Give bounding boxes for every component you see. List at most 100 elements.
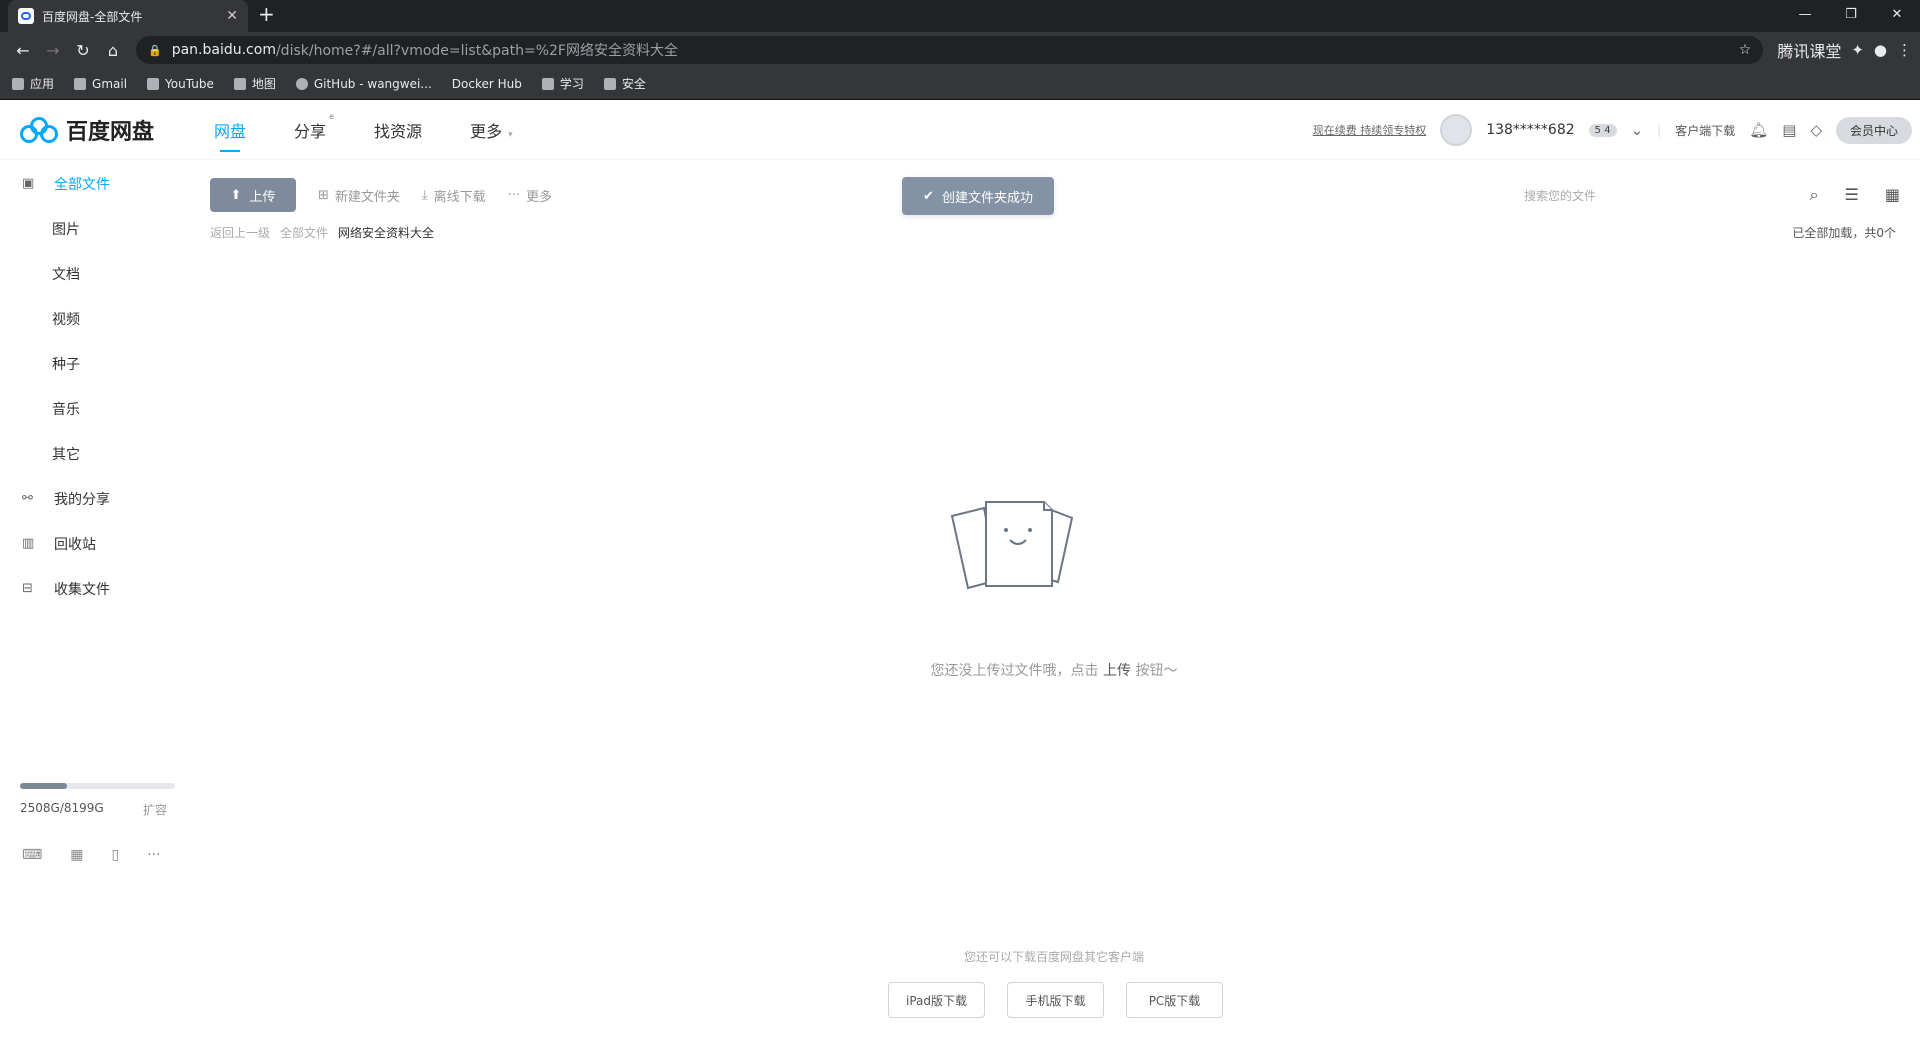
clipboard-icon[interactable]: ▤	[1782, 121, 1796, 139]
loaded-status: 已全部加载，共0个	[1792, 226, 1896, 240]
new-folder-button[interactable]: ⊞ 新建文件夹	[318, 186, 400, 205]
sidebar-item-all-files[interactable]: ▣ 全部文件	[0, 161, 180, 206]
chevron-down-icon: ▾	[508, 129, 513, 140]
breadcrumb-root[interactable]: 全部文件	[280, 224, 328, 241]
url-path: /disk/home?#/all?vmode=list&path=%2F网络安全…	[275, 43, 678, 59]
sidebar-item-images[interactable]: 图片	[0, 206, 180, 251]
github-icon	[295, 77, 308, 90]
breadcrumb-current: 网络安全资料大全	[338, 226, 435, 240]
bookmark-gmail[interactable]: Gmail	[74, 77, 127, 91]
quota-bar	[20, 783, 175, 789]
download-icon: ⤓	[421, 187, 428, 203]
search-input[interactable]: 搜索您的文件	[1524, 187, 1596, 204]
nav-item-find-resources[interactable]: 找资源	[374, 118, 422, 142]
site-header: 百度网盘 网盘 分享 e 找资源 更多 ▾ 现在续费 持续领专特权 138*****…	[0, 100, 1920, 160]
empty-illustration	[930, 488, 1110, 612]
bookmark-folder-study[interactable]: 学习	[541, 75, 584, 92]
window-controls: — ❐ ✕	[1782, 0, 1920, 28]
pc-download-button[interactable]: PC版下载	[1126, 982, 1223, 1018]
sidebar-item-other[interactable]: 其它	[0, 431, 180, 476]
nav-item-more[interactable]: 更多 ▾	[470, 118, 513, 142]
url-field[interactable]: 🔒 pan.baidu.com /disk/home?#/all?vmode=l…	[136, 36, 1764, 64]
sidebar-item-music[interactable]: 音乐	[0, 386, 180, 431]
gmail-icon	[74, 77, 87, 90]
shirt-icon[interactable]: ◇	[1810, 121, 1822, 139]
breadcrumb: 返回上一级 全部文件 网络安全资料大全	[210, 224, 434, 241]
reload-icon[interactable]: ↻	[68, 41, 98, 60]
bookmark-star-icon[interactable]: ☆	[1739, 42, 1752, 58]
close-window-icon[interactable]: ✕	[1874, 0, 1920, 28]
extensions-puzzle-icon[interactable]: ✦	[1851, 41, 1864, 59]
nav-item-share[interactable]: 分享 e	[294, 112, 334, 142]
bookmark-docker-hub[interactable]: Docker Hub	[452, 77, 522, 91]
breadcrumb-back[interactable]: 返回上一级	[210, 224, 270, 241]
sidebar-item-my-shares[interactable]: ⚯ 我的分享	[0, 476, 180, 521]
client-download-link[interactable]: 客户端下载	[1675, 122, 1735, 139]
logo-text: 百度网盘	[66, 119, 155, 145]
mouse-cursor-icon	[962, 383, 976, 399]
browser-tabbar: 百度网盘-全部文件 ✕ + — ❐ ✕	[0, 0, 1920, 32]
baidu-favicon-icon	[18, 8, 34, 24]
upload-button[interactable]: ⬆ 上传	[210, 178, 296, 212]
ipad-download-button[interactable]: iPad版下载	[888, 982, 985, 1018]
sidebar-item-videos[interactable]: 视频	[0, 296, 180, 341]
bookmark-github[interactable]: GitHub - wangwei...	[295, 77, 432, 91]
chevron-down-icon[interactable]: ⌄	[1631, 121, 1644, 139]
sidebar-item-collect-files[interactable]: ⊟ 收集文件	[0, 566, 180, 611]
files-icon: ▣	[22, 176, 35, 191]
new-tab-button[interactable]: +	[258, 2, 275, 26]
home-icon[interactable]: ⌂	[98, 41, 128, 60]
empty-files-icon	[950, 501, 1074, 590]
more-dots-icon: ···	[507, 187, 521, 203]
forward-icon[interactable]: →	[38, 41, 68, 60]
offline-download-button[interactable]: ⤓ 离线下载	[422, 186, 486, 205]
more-button[interactable]: ··· 更多	[508, 186, 552, 205]
sidebar: ▣ 全部文件 图片 文档 视频 种子 音乐 其它 ⚯ 我的分享 ▥ 回收站 ⊟ 收集文件	[0, 161, 180, 1040]
apps-grid-icon	[12, 77, 24, 90]
folder-icon	[541, 77, 554, 90]
logo[interactable]: 百度网盘	[20, 114, 154, 146]
browser-tab[interactable]: 百度网盘-全部文件 ✕	[8, 0, 248, 32]
phone-icon[interactable]: ▯	[111, 847, 119, 863]
bookmark-youtube[interactable]: YouTube	[147, 77, 214, 91]
qrcode-icon[interactable]: ▦	[70, 847, 83, 863]
header-right: 现在续费 持续领专特权 138*****682 5 4 ⌄ | 客户端下载 🔔︎…	[1313, 100, 1912, 160]
tab-close-icon[interactable]: ✕	[226, 8, 238, 24]
maps-icon	[233, 77, 246, 90]
member-center-button[interactable]: 会员中心	[1835, 116, 1912, 144]
avatar[interactable]	[1440, 114, 1473, 146]
lock-icon: 🔒	[148, 43, 162, 57]
bell-icon[interactable]: 🔔︎	[1749, 121, 1768, 139]
check-icon: ✔	[923, 188, 934, 204]
nav-item-disk[interactable]: 网盘	[214, 118, 246, 152]
upload-link[interactable]: 上传	[1103, 663, 1131, 679]
tab-title: 百度网盘-全部文件	[42, 9, 143, 24]
expand-storage-link[interactable]: 扩容	[143, 801, 167, 818]
restore-icon[interactable]: ❐	[1828, 0, 1874, 28]
username[interactable]: 138*****682	[1486, 122, 1574, 138]
grid-view-icon[interactable]: ▦	[1885, 185, 1900, 205]
sidebar-item-torrents[interactable]: 种子	[0, 341, 180, 386]
bookmark-folder-security[interactable]: 安全	[603, 75, 646, 92]
bookmark-maps[interactable]: 地图	[233, 75, 276, 92]
renew-promo-link[interactable]: 现在续费 持续领专特权	[1313, 122, 1427, 138]
sort-icon[interactable]: ☰	[1845, 185, 1859, 205]
bookmark-apps[interactable]: 应用	[12, 75, 54, 92]
download-tip: 您还可以下载百度网盘其它客户端	[963, 950, 1144, 964]
url-host: pan.baidu.com	[171, 42, 276, 58]
chrome-menu-icon[interactable]: ⋮	[1897, 41, 1912, 59]
search-icon[interactable]: ⌕	[1810, 185, 1819, 205]
bookmarks-bar: 应用 Gmail YouTube 地图 GitHub - wangwei... …	[0, 68, 1920, 100]
mobile-download-button[interactable]: 手机版下载	[1007, 982, 1104, 1018]
profile-icon[interactable]: ●	[1874, 41, 1887, 59]
share-icon: ⚯	[22, 491, 33, 506]
sidebar-item-recycle-bin[interactable]: ▥ 回收站	[0, 521, 180, 566]
minimize-icon[interactable]: —	[1782, 0, 1828, 28]
success-toast: ✔ 创建文件夹成功	[902, 177, 1054, 215]
sidebar-item-documents[interactable]: 文档	[0, 251, 180, 296]
tencent-classroom-extension[interactable]: 腾讯课堂	[1777, 38, 1841, 62]
keyboard-icon[interactable]: ⌨	[22, 847, 42, 863]
back-icon[interactable]: ←	[8, 41, 38, 60]
more-dots-icon[interactable]: ···	[147, 847, 160, 863]
new-dot-icon: e	[329, 111, 335, 121]
